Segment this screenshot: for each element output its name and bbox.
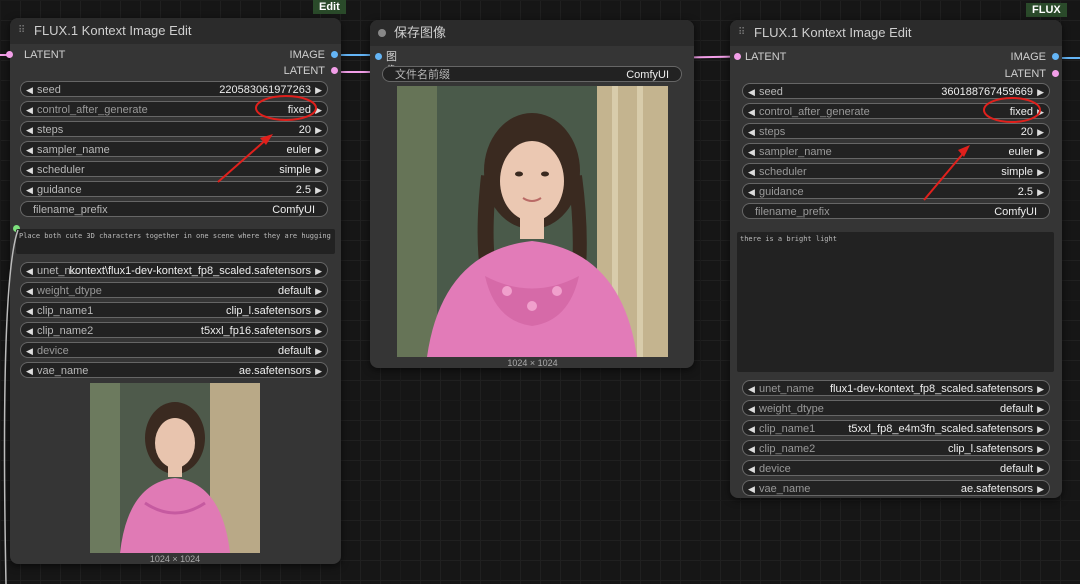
widget-clip-name1[interactable]: ◀ clip_name1 t5xxl_fp8_e4m3fn_scaled.safet… [742,420,1050,436]
decrement-arrow-icon[interactable]: ◀ [748,441,755,457]
decrement-arrow-icon[interactable]: ◀ [748,421,755,437]
widget-device[interactable]: ◀ device default ▶ [20,342,328,358]
decrement-arrow-icon[interactable]: ◀ [748,481,755,497]
decrement-arrow-icon[interactable]: ◀ [26,283,33,299]
increment-arrow-icon[interactable]: ▶ [1037,441,1044,457]
increment-arrow-icon[interactable]: ▶ [1037,421,1044,437]
increment-arrow-icon[interactable]: ▶ [315,323,322,339]
widget-unet-name[interactable]: ◀ unet_name flux1-dev-kontext_fp8_scaled.s… [742,380,1050,396]
widget-weight-dtype[interactable]: ◀ weight_dtype default ▶ [20,282,328,298]
widget-clip-name2[interactable]: ◀ clip_name2 clip_l.safetensors ▶ [742,440,1050,456]
left-edge-wire [3,229,19,584]
image-input-slot-icon[interactable] [375,53,382,60]
save-image-node[interactable]: 保存图像 图像 文件名前缀ComfyUI 1024 × 1024 [370,20,694,368]
prompt-textarea[interactable]: there is a bright light [737,232,1054,372]
annotation-overlay [217,95,317,183]
decrement-arrow-icon[interactable]: ◀ [26,343,33,359]
group-label-edit[interactable]: Edit [313,0,346,14]
group-label-flux[interactable]: FLUX [1026,3,1067,17]
widget-weight-dtype[interactable]: ◀ weight_dtype default ▶ [742,400,1050,416]
widget-clip-name2[interactable]: ◀ clip_name2 t5xxl_fp16.safetensors ▶ [20,322,328,338]
increment-arrow-icon[interactable]: ▶ [1037,381,1044,397]
increment-arrow-icon[interactable]: ▶ [315,263,322,279]
increment-arrow-icon[interactable]: ▶ [315,363,322,379]
save-image-titlebar[interactable]: 保存图像 [370,20,694,46]
image-size-label: 1024 × 1024 [149,554,201,564]
node-status-dot-icon[interactable] [378,29,386,37]
output-image-thumbnail[interactable] [90,383,260,553]
increment-arrow-icon[interactable]: ▶ [1037,401,1044,417]
decrement-arrow-icon[interactable]: ◀ [26,303,33,319]
widget-filename-prefix-cn[interactable]: 文件名前缀 ComfyUI [382,66,682,82]
widget-device[interactable]: ◀ device default ▶ [742,460,1050,476]
increment-arrow-icon[interactable]: ▶ [315,303,322,319]
increment-arrow-icon[interactable]: ▶ [1037,481,1044,497]
increment-arrow-icon[interactable]: ▶ [1037,461,1044,477]
save-image-title: 保存图像 [394,25,447,40]
increment-arrow-icon[interactable]: ▶ [315,283,322,299]
decrement-arrow-icon[interactable]: ◀ [26,323,33,339]
saved-image-preview[interactable] [397,86,668,357]
decrement-arrow-icon[interactable]: ◀ [748,401,755,417]
widget-vae-name[interactable]: ◀ vae_name ae.safetensors ▶ [20,362,328,378]
increment-arrow-icon[interactable]: ▶ [315,343,322,359]
left-node[interactable]: ⠿ FLUX.1 Kontext Image Edit LATENT IMAGE… [6,18,341,564]
decrement-arrow-icon[interactable]: ◀ [748,461,755,477]
widget-clip-name1[interactable]: ◀ clip_name1 clip_l.safetensors ▶ [20,302,328,318]
decrement-arrow-icon[interactable]: ◀ [748,381,755,397]
decrement-arrow-icon[interactable]: ◀ [26,363,33,379]
annotation-overlay [923,97,1041,201]
right-node[interactable]: ⠿ FLUX.1 Kontext Image Edit LATENT IMAGE… [730,20,1062,498]
saved-image-size-label: 1024 × 1024 [507,358,558,368]
decrement-arrow-icon[interactable]: ◀ [26,263,33,279]
widget-vae-name[interactable]: ◀ vae_name ae.safetensors ▶ [742,480,1050,496]
widget-unet-name[interactable]: ◀ unet_n... kontext\flux1-dev-kontext_fp8_… [20,262,328,278]
prompt-textarea[interactable]: Place both cute 3D characters together i… [16,229,335,254]
